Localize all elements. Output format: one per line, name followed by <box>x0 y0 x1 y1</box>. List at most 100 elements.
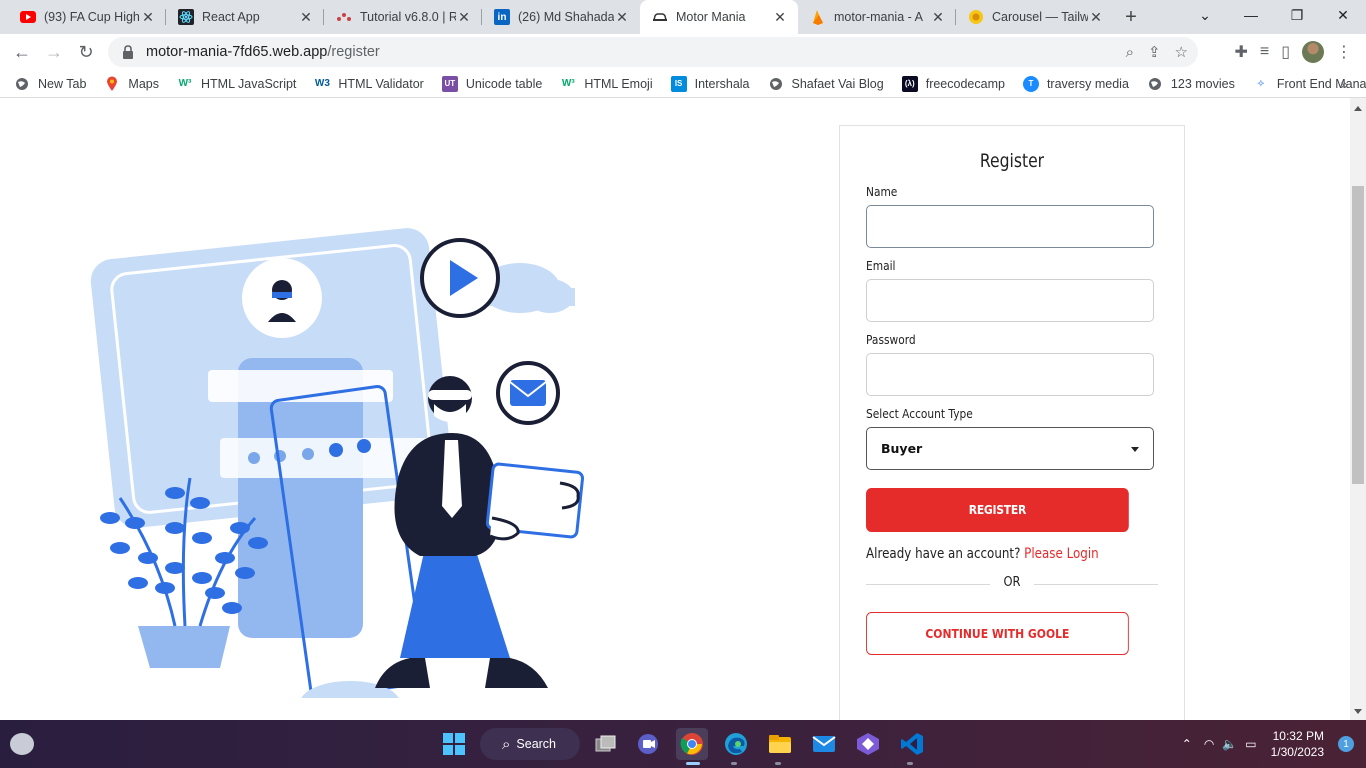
close-tab-icon[interactable]: ✕ <box>456 9 472 25</box>
media-control-icon[interactable]: ≡ <box>1260 43 1269 61</box>
bookmark-item[interactable]: 123 movies <box>1147 76 1235 92</box>
account-type-value: Buyer <box>881 441 923 456</box>
windows-start-icon[interactable] <box>438 728 470 760</box>
forward-icon[interactable]: → <box>38 36 70 68</box>
tab-strip: (93) FA Cup Highl ✕ React App ✕ Tutorial… <box>0 0 1366 34</box>
internshala-icon: IS <box>670 75 687 92</box>
teams-chat-icon[interactable] <box>632 728 664 760</box>
volume-icon[interactable]: 🔈 <box>1222 737 1237 751</box>
bookmark-item[interactable]: Maps <box>104 76 159 92</box>
scrollbar-thumb[interactable] <box>1352 186 1364 484</box>
menu-icon[interactable]: ⋮ <box>1336 42 1352 62</box>
side-panel-icon[interactable]: ▯ <box>1281 42 1290 62</box>
clock[interactable]: 10:32 PM 1/30/2023 <box>1271 728 1324 760</box>
tab-react-router[interactable]: Tutorial v6.8.0 | R ✕ <box>324 0 482 34</box>
browser-toolbar: ← → ↻ motor-mania-7fd65.web.app/register… <box>0 34 1366 70</box>
system-tray: ⌃ ◠ 🔈 ▭ 10:32 PM 1/30/2023 1 <box>1182 720 1354 768</box>
bookmark-label: Shafaet Vai Blog <box>791 76 884 91</box>
windows-taskbar: ⌕ Search ⌃ ◠ 🔈 ▭ 10:32 PM 1/30/2023 1 <box>0 720 1366 768</box>
or-divider: OR <box>866 574 1158 594</box>
bookmark-item[interactable]: UT Unicode table <box>441 75 542 92</box>
close-tab-icon[interactable]: ✕ <box>772 9 788 25</box>
weather-icon[interactable] <box>10 733 34 755</box>
tab-title: Carousel — Tailw <box>992 10 1088 24</box>
w3c-icon: W3 <box>314 78 330 89</box>
tab-linkedin[interactable]: in (26) Md Shahada ✕ <box>482 0 640 34</box>
tab-carousel[interactable]: Carousel — Tailw ✕ <box>956 0 1114 34</box>
page-scrollbar[interactable] <box>1350 98 1366 720</box>
address-bar[interactable]: motor-mania-7fd65.web.app/register ⌕ ⇪ ☆ <box>108 37 1198 67</box>
clock-time: 10:32 PM <box>1272 729 1324 743</box>
bookmark-item[interactable]: (λ) freecodecamp <box>901 75 1005 92</box>
tab-search-chevron-icon[interactable]: ⌄ <box>1182 0 1228 30</box>
new-tab-icon[interactable]: + <box>1114 0 1148 34</box>
sun-icon <box>968 9 984 25</box>
login-link[interactable]: Please Login <box>1024 546 1099 562</box>
globe-icon <box>768 76 784 92</box>
mail-app-icon[interactable] <box>808 728 840 760</box>
chrome-icon[interactable] <box>676 728 708 760</box>
chevron-down-icon <box>1131 447 1139 452</box>
register-card: Register Name Email Password Select Acco… <box>839 125 1185 720</box>
tab-react-app[interactable]: React App ✕ <box>166 0 324 34</box>
close-window-icon[interactable]: ✕ <box>1320 0 1366 30</box>
close-tab-icon[interactable]: ✕ <box>614 9 630 25</box>
bookmark-item[interactable]: IS Intershala <box>670 75 750 92</box>
zoom-icon[interactable]: ⌕ <box>1126 44 1134 61</box>
email-label: Email <box>866 258 896 273</box>
extensions-icon[interactable]: ✚ <box>1234 42 1247 62</box>
maps-pin-icon <box>104 76 120 92</box>
task-view-icon[interactable] <box>590 728 622 760</box>
linkedin-icon: in <box>494 9 510 25</box>
more-bookmarks-icon[interactable]: » <box>1340 76 1348 92</box>
reload-icon[interactable]: ↻ <box>70 36 102 68</box>
battery-icon[interactable]: ▭ <box>1245 737 1256 751</box>
bookmark-star-icon[interactable]: ☆ <box>1175 43 1188 61</box>
traversy-icon: T <box>1022 75 1039 92</box>
close-tab-icon[interactable]: ✕ <box>298 9 314 25</box>
restore-icon[interactable]: ❐ <box>1274 0 1320 30</box>
email-input[interactable] <box>866 279 1154 322</box>
url-path: /register <box>327 44 380 60</box>
tab-youtube[interactable]: (93) FA Cup Highl ✕ <box>8 0 166 34</box>
scroll-up-icon[interactable] <box>1354 106 1362 111</box>
bookmark-item[interactable]: W³ HTML JavaScript <box>177 76 297 92</box>
share-icon[interactable]: ⇪ <box>1148 43 1161 61</box>
avatar[interactable] <box>1302 41 1324 63</box>
tab-title: motor-mania - A <box>834 10 923 24</box>
bookmark-item[interactable]: New Tab <box>14 76 86 92</box>
close-tab-icon[interactable]: ✕ <box>140 9 156 25</box>
account-type-select[interactable]: Buyer <box>866 427 1154 470</box>
react-router-icon <box>336 9 352 25</box>
back-icon[interactable]: ← <box>6 36 38 68</box>
visual-studio-icon[interactable] <box>852 728 884 760</box>
bookmark-item[interactable]: W3 HTML Validator <box>314 76 424 92</box>
w3schools-icon: W³ <box>178 78 192 89</box>
active-app-indicator <box>686 762 700 765</box>
bookmark-item[interactable]: W³ HTML Emoji <box>560 76 653 92</box>
youtube-icon <box>20 9 36 25</box>
tab-motor-mania[interactable]: Motor Mania ✕ <box>640 0 798 34</box>
minimize-icon[interactable]: — <box>1228 0 1274 30</box>
bookmark-item[interactable]: Ttraversy media <box>1022 75 1129 92</box>
register-button[interactable]: REGISTER <box>866 488 1129 532</box>
close-tab-icon[interactable]: ✕ <box>1088 9 1104 25</box>
bookmark-item[interactable]: ⟡ Front End Manager <box>1253 76 1366 92</box>
scroll-down-icon[interactable] <box>1354 709 1362 714</box>
w3schools-icon: W³ <box>561 78 575 89</box>
notification-badge[interactable]: 1 <box>1338 736 1354 752</box>
taskbar-search[interactable]: ⌕ Search <box>480 728 580 760</box>
continue-with-google-button[interactable]: CONTINUE WITH GOOLE <box>866 612 1129 655</box>
tab-title: (93) FA Cup Highl <box>44 10 140 24</box>
show-hidden-icons-icon[interactable]: ⌃ <box>1182 737 1192 751</box>
globe-icon <box>1147 76 1163 92</box>
wifi-icon[interactable]: ◠ <box>1204 737 1214 751</box>
edge-icon[interactable] <box>720 728 752 760</box>
password-input[interactable] <box>866 353 1154 396</box>
file-explorer-icon[interactable] <box>764 728 796 760</box>
name-input[interactable] <box>866 205 1154 248</box>
tab-firebase[interactable]: motor-mania - A ✕ <box>798 0 956 34</box>
bookmark-item[interactable]: Shafaet Vai Blog <box>768 76 884 92</box>
vscode-icon[interactable] <box>896 728 928 760</box>
close-tab-icon[interactable]: ✕ <box>930 9 946 25</box>
